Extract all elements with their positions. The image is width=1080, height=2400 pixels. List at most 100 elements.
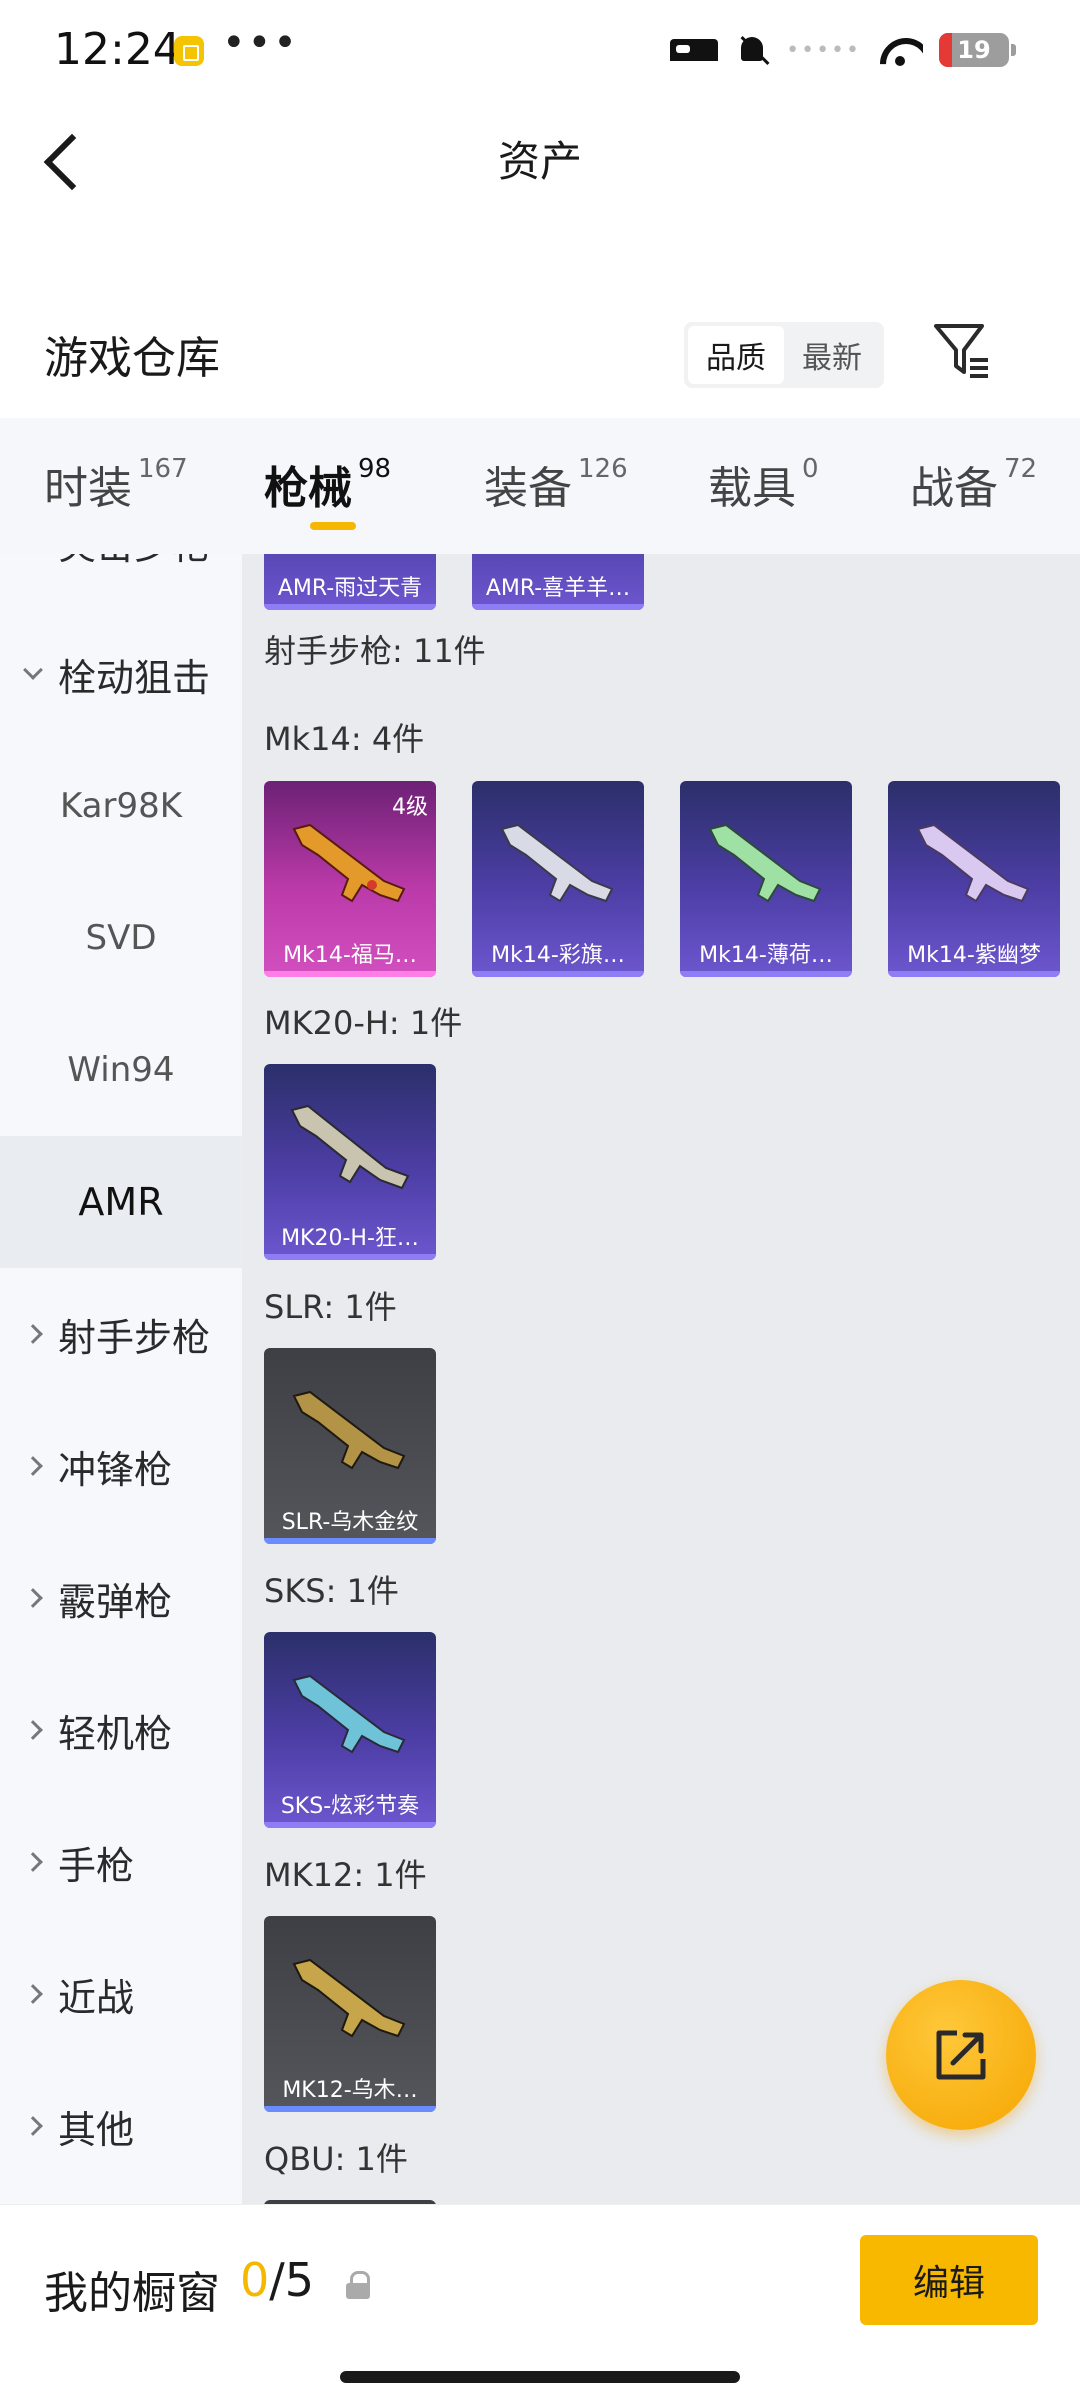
page-title: 资产 [497, 137, 582, 186]
weapon-card[interactable]: AMR-喜羊羊… [472, 554, 644, 610]
tab-label: 载具 [708, 463, 796, 514]
weapon-card[interactable]: Mk14-薄荷… [680, 781, 852, 977]
weapon-card[interactable]: SKS-炫彩节奏 [264, 1632, 436, 1828]
rifle-icon [292, 1958, 406, 2038]
status-bar: 12:24 ••• ••••• 19 [0, 0, 1080, 100]
sort-newest-option[interactable]: 最新 [784, 326, 880, 384]
tab-label: 时装 [44, 463, 132, 514]
showcase-label: 我的橱窗 [44, 2268, 220, 2319]
app-notification-icon [174, 36, 204, 66]
sidebar-item-other[interactable]: 其他 [0, 2060, 242, 2192]
weapon-card[interactable]: 4级 Mk14-福马… [264, 781, 436, 977]
group-label-mk20h: MK20-H: 1件 [264, 1004, 463, 1042]
showcase-current: 0 [240, 2253, 270, 2307]
sidebar-item-pistol[interactable]: 手枪 [0, 1796, 242, 1928]
sidebar-subitem-svd[interactable]: SVD [0, 872, 242, 1004]
home-indicator[interactable] [340, 2371, 740, 2383]
sort-toggle: 品质 最新 [684, 322, 884, 388]
weapon-card[interactable]: AMR-雨过天青 [264, 554, 436, 610]
sidebar-item-melee[interactable]: 近战 [0, 1928, 242, 2060]
weapon-card-name: Mk14-福马… [283, 943, 417, 968]
weapon-card-name: Mk14-紫幽梦 [907, 943, 1041, 968]
sidebar-subitem-kar98k[interactable]: Kar98K [0, 740, 242, 872]
filter-button[interactable] [932, 320, 992, 384]
tab-vehicles[interactable]: 载具 0 [708, 452, 819, 516]
weapon-card-name: SKS-炫彩节奏 [280, 1794, 420, 1819]
rarity-bar [472, 604, 644, 610]
share-icon [936, 2030, 986, 2080]
group-label-sks: SKS: 1件 [264, 1572, 399, 1610]
mute-icon [734, 32, 770, 68]
tab-equipment[interactable]: 装备 126 [484, 452, 628, 516]
weapon-card-name: MK12-乌木… [282, 2078, 418, 2103]
weapon-card-name: MK20-H-狂… [281, 1226, 419, 1251]
sidebar-subitem-amr[interactable]: AMR [0, 1136, 242, 1268]
category-tabs: 时装 167 枪械 98 装备 126 载具 0 战备 72 [0, 418, 1080, 554]
battery-percent: 19 [957, 36, 991, 64]
group-label-slr: SLR: 1件 [264, 1288, 397, 1326]
rarity-bar [264, 604, 436, 610]
sidebar-item-bolt-action[interactable]: 栓动狙击 [0, 608, 242, 740]
edit-button[interactable]: 编辑 [860, 2235, 1038, 2325]
weapon-card[interactable]: SLR-乌木金纹 [264, 1348, 436, 1544]
rifle-icon [290, 1104, 410, 1190]
rarity-bar [264, 2106, 436, 2112]
sidebar-item-label: 栓动狙击 [58, 655, 211, 700]
weapon-card-name: AMR-雨过天青 [277, 576, 423, 601]
rarity-bar [264, 1822, 436, 1828]
sidebar-item-label: 手枪 [58, 1843, 135, 1888]
battery-icon: 19 [939, 33, 1009, 67]
tab-costumes[interactable]: 时装 167 [44, 452, 188, 516]
rarity-bar [472, 971, 644, 977]
group-label-qbu: QBU: 1件 [264, 2140, 408, 2178]
rifle-icon [916, 823, 1030, 903]
weapon-grid: AMR-雨过天青 AMR-喜羊羊… 射手步枪: 11件 Mk14: 4件 4级 … [242, 554, 1080, 2204]
sidebar-item-lmg[interactable]: 轻机枪 [0, 1664, 242, 1796]
weapon-card[interactable]: MK20-H-狂… [264, 1064, 436, 1260]
signal-icon: ••••• [786, 37, 861, 63]
status-icons: ••••• 19 [670, 30, 1016, 70]
status-time: 12:24 [54, 24, 181, 75]
tab-supplies[interactable]: 战备 72 [910, 452, 1037, 516]
wifi-icon [877, 32, 923, 68]
rarity-bar [264, 971, 436, 977]
weapon-card[interactable]: MK12-乌木… [264, 1916, 436, 2112]
sidebar-item-shotgun[interactable]: 霰弹枪 [0, 1532, 242, 1664]
section-count-label: 射手步枪: 11件 [264, 632, 486, 670]
weapon-card-name: Mk14-彩旗… [491, 943, 625, 968]
tab-count: 98 [358, 454, 392, 484]
filter-icon [934, 324, 988, 378]
share-fab-button[interactable] [886, 1980, 1036, 2130]
chevron-right-icon [0, 1720, 58, 1740]
lock-icon [346, 2271, 372, 2301]
rifle-icon [500, 823, 614, 903]
sidebar-item-smg[interactable]: 冲锋枪 [0, 1400, 242, 1532]
sidebar-item-label: 冲锋枪 [58, 1447, 173, 1492]
weapon-card[interactable]: Mk14-彩旗… [472, 781, 644, 977]
sidebar-subitem-win94[interactable]: Win94 [0, 1004, 242, 1136]
showcase-total: /5 [269, 2253, 315, 2307]
chevron-right-icon [0, 2116, 58, 2136]
rifle-icon [292, 823, 406, 903]
rifle-icon [292, 1390, 406, 1470]
weapon-card-name: AMR-喜羊羊… [485, 576, 631, 601]
sidebar-item-label: 其他 [58, 2107, 135, 2152]
tab-label: 枪械 [264, 463, 352, 514]
weapon-card[interactable]: Mk14-紫幽梦 [888, 781, 1060, 977]
rifle-icon [292, 1674, 406, 1754]
tab-count: 126 [578, 454, 628, 484]
sidebar-item-label: 射手步枪 [58, 1315, 211, 1360]
sidebar-item-label: 轻机枪 [58, 1711, 173, 1756]
sort-quality-option[interactable]: 品质 [688, 326, 784, 384]
sidebar-item-marksman-rifle[interactable]: 射手步枪 [0, 1268, 242, 1400]
sleep-mode-icon [670, 35, 719, 65]
showcase-count: 0/5 [240, 2253, 314, 2307]
weapon-category-sidebar: 突击步枪 栓动狙击 Kar98K SVD Win94 AMR 射手步枪 冲锋枪 … [0, 554, 242, 2204]
more-notifications-icon: ••• [222, 20, 299, 66]
sidebar-item-assault-rifle[interactable]: 突击步枪 [0, 554, 242, 608]
rarity-bar [264, 1538, 436, 1544]
active-tab-indicator [310, 522, 356, 530]
group-label-mk14: Mk14: 4件 [264, 720, 425, 758]
tab-weapons[interactable]: 枪械 98 [264, 452, 391, 516]
chevron-right-icon [0, 1456, 58, 1476]
